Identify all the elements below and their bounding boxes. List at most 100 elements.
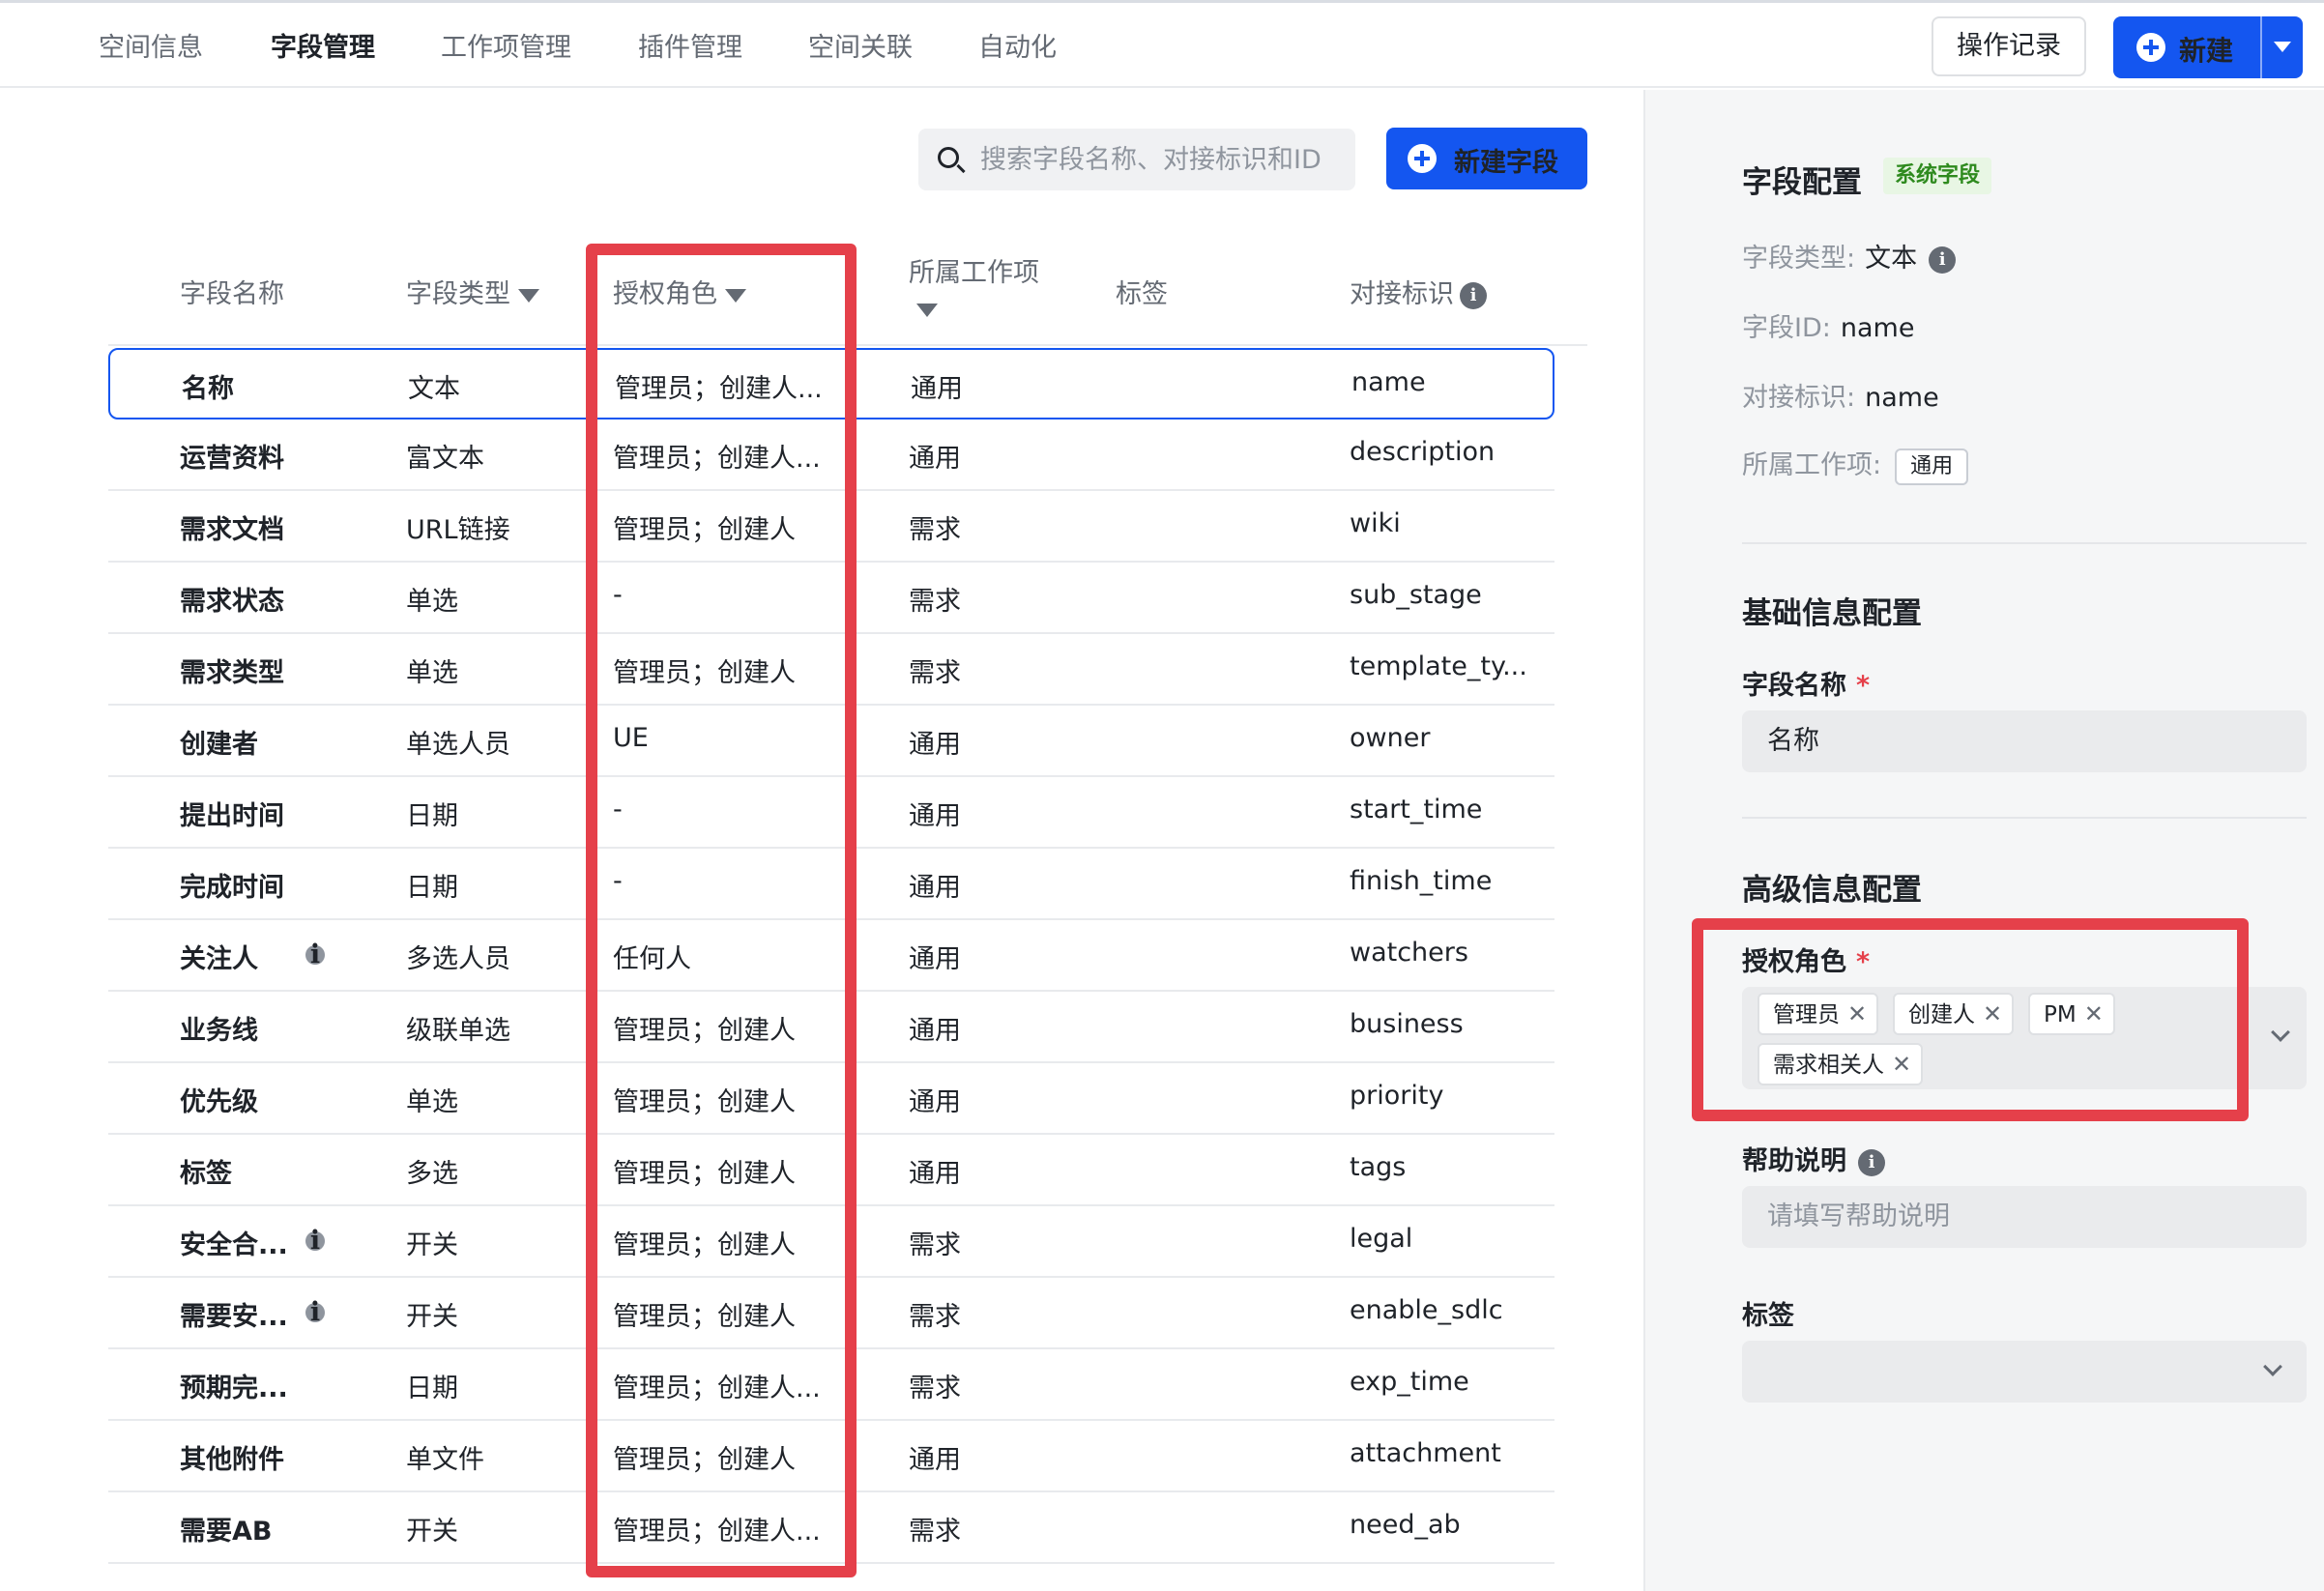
role-chip-label: 管理员 [1773, 1002, 1840, 1027]
table-row[interactable]: 业务线 级联单选 管理员；创建人 通用 business [108, 992, 1554, 1063]
auth-role-cell: 管理员；创建人 [613, 1230, 796, 1260]
table-row[interactable]: 需求类型 单选 管理员；创建人 需求 template_ty... [108, 634, 1554, 706]
work-item-cell: 通用 [909, 1087, 961, 1117]
tab-space-info[interactable]: 空间信息 [99, 26, 203, 64]
role-chip: PM ✕ [2028, 993, 2115, 1035]
tab-plugin-management[interactable]: 插件管理 [638, 26, 742, 64]
work-item-cell: 需求 [909, 1374, 961, 1403]
filter-icon[interactable] [725, 288, 746, 303]
close-icon[interactable]: ✕ [1847, 1000, 1867, 1027]
tab-automation[interactable]: 自动化 [978, 26, 1057, 64]
system-field-badge: 系统字段 [1883, 158, 1992, 194]
field-type-cell: 级联单选 [406, 1016, 510, 1046]
new-field-label: 新建字段 [1454, 148, 1558, 178]
tab-work-item-management[interactable]: 工作项管理 [441, 26, 571, 64]
field-name-label: 字段名称 * [1742, 664, 1870, 702]
field-type-cell: 开关 [406, 1517, 458, 1547]
field-config-panel: 字段配置 系统字段 字段类型: 文本 i 字段ID: name 对接标识: name 所… [1643, 90, 2324, 1591]
auth-role-cell: 管理员；创建人... [613, 1517, 821, 1547]
auth-role-cell: 管理员；创建人 [613, 658, 796, 688]
table-row[interactable]: 安全合... 开关 管理员；创建人 需求 legal i [108, 1206, 1554, 1278]
field-name-cell: 其他附件 [180, 1445, 284, 1475]
close-icon[interactable]: ✕ [2084, 1000, 2104, 1027]
table-row[interactable]: 需求文档 URL链接 管理员；创建人 需求 wiki [108, 491, 1554, 563]
table-row[interactable]: 创建者 单选人员 UE 通用 owner [108, 706, 1554, 777]
table-row[interactable]: 需求状态 单选 - 需求 sub_stage [108, 563, 1554, 634]
integration-key-cell: priority [1350, 1081, 1444, 1111]
required-mark: * [1856, 947, 1871, 977]
table-row[interactable]: 标签 多选 管理员；创建人 通用 tags [108, 1135, 1554, 1206]
work-item-cell: 通用 [909, 1159, 961, 1189]
table-row[interactable]: 提出时间 日期 - 通用 start_time [108, 777, 1554, 849]
table-row[interactable]: 关注人 多选人员 任何人 通用 watchers i [108, 920, 1554, 992]
info-icon[interactable]: i [1858, 1148, 1885, 1176]
work-item-cell: 通用 [909, 444, 961, 474]
table-row[interactable]: 名称 文本 管理员；创建人... 通用 name [108, 348, 1554, 419]
integration-key-cell: owner [1350, 723, 1431, 753]
auth-role-cell: 管理员；创建人 [613, 1159, 796, 1189]
tab-field-management[interactable]: 字段管理 [271, 26, 375, 64]
integration-key-value: name [1865, 383, 1939, 413]
integration-key-cell: start_time [1350, 795, 1483, 824]
field-type-cell: 单选 [406, 587, 458, 617]
search-input[interactable] [980, 138, 1348, 181]
field-name-input[interactable]: 名称 [1742, 710, 2307, 772]
field-id-value: name [1840, 313, 1915, 343]
info-icon[interactable]: i [305, 1228, 325, 1254]
new-field-button[interactable]: 新建字段 [1386, 128, 1587, 189]
header-field-name: 字段名称 [180, 279, 284, 309]
table-row[interactable]: 优先级 单选 管理员；创建人 通用 priority [108, 1063, 1554, 1135]
integration-key-cell: finish_time [1350, 866, 1493, 896]
header-field-type[interactable]: 字段类型 [406, 273, 539, 310]
integration-key-cell: template_ty... [1350, 651, 1527, 681]
field-search-box[interactable] [918, 129, 1355, 190]
field-name-cell: 需求状态 [180, 587, 284, 617]
field-name-cell: 名称 [182, 374, 234, 404]
help-label-text: 帮助说明 [1742, 1146, 1846, 1176]
filter-icon[interactable] [518, 288, 539, 303]
field-type-cell: 日期 [406, 801, 458, 831]
table-row[interactable]: 其他附件 单文件 管理员；创建人 通用 attachment [108, 1421, 1554, 1492]
field-type-cell: 文本 [408, 374, 460, 404]
caret-down-icon[interactable] [2274, 42, 2291, 52]
info-icon[interactable]: i [305, 1299, 325, 1325]
header-auth-role[interactable]: 授权角色 [613, 273, 746, 310]
work-item-cell: 需求 [909, 587, 961, 617]
field-name-cell: 提出时间 [180, 801, 284, 831]
auth-role-cell: - [613, 866, 623, 896]
close-icon[interactable]: ✕ [1983, 1000, 2002, 1027]
operation-log-button[interactable]: 操作记录 [1932, 16, 2086, 76]
tags-select[interactable] [1742, 1341, 2307, 1403]
chevron-down-icon[interactable] [2271, 1023, 2290, 1042]
table-row[interactable]: 需要安... 开关 管理员；创建人 需求 enable_sdlc i [108, 1278, 1554, 1349]
field-name-cell: 创建者 [180, 730, 258, 760]
button-separator [2260, 16, 2262, 78]
tab-space-association[interactable]: 空间关联 [808, 26, 913, 64]
work-item-row: 所属工作项: 通用 [1742, 444, 1969, 485]
field-type-row: 字段类型: 文本 i [1742, 237, 1957, 275]
close-icon[interactable]: ✕ [1892, 1051, 1911, 1078]
info-icon[interactable]: i [305, 941, 325, 968]
tags-label: 标签 [1742, 1301, 1794, 1331]
table-row[interactable]: 需要AB 开关 管理员；创建人... 需求 need_ab [108, 1492, 1554, 1564]
required-mark: * [1856, 671, 1871, 701]
help-input[interactable]: 请填写帮助说明 [1742, 1186, 2307, 1248]
filter-icon[interactable] [916, 304, 938, 317]
table-row[interactable]: 完成时间 日期 - 通用 finish_time [108, 849, 1554, 920]
field-name-cell: 需求文档 [180, 515, 284, 545]
info-icon[interactable]: i [1929, 246, 1957, 274]
new-button[interactable]: 新建 [2113, 16, 2303, 78]
plus-circle-icon [2136, 33, 2165, 62]
auth-role-cell: 管理员；创建人 [613, 1087, 796, 1117]
auth-role-multiselect[interactable]: 管理员 ✕ 创建人 ✕ PM ✕ 需求相关人 ✕ [1742, 987, 2307, 1089]
field-name-cell: 业务线 [180, 1016, 258, 1046]
field-type-cell: 单选 [406, 658, 458, 688]
field-name-cell: 完成时间 [180, 873, 284, 903]
field-type-cell: 日期 [406, 1374, 458, 1403]
info-icon[interactable]: i [1460, 281, 1487, 309]
work-item-cell: 需求 [909, 515, 961, 545]
field-name-cell: 预期完... [180, 1374, 288, 1403]
table-row[interactable]: 预期完... 日期 管理员；创建人... 需求 exp_time [108, 1349, 1554, 1421]
table-row[interactable]: 运营资料 富文本 管理员；创建人... 通用 description [108, 419, 1554, 491]
field-name-label-text: 字段名称 [1742, 671, 1846, 701]
